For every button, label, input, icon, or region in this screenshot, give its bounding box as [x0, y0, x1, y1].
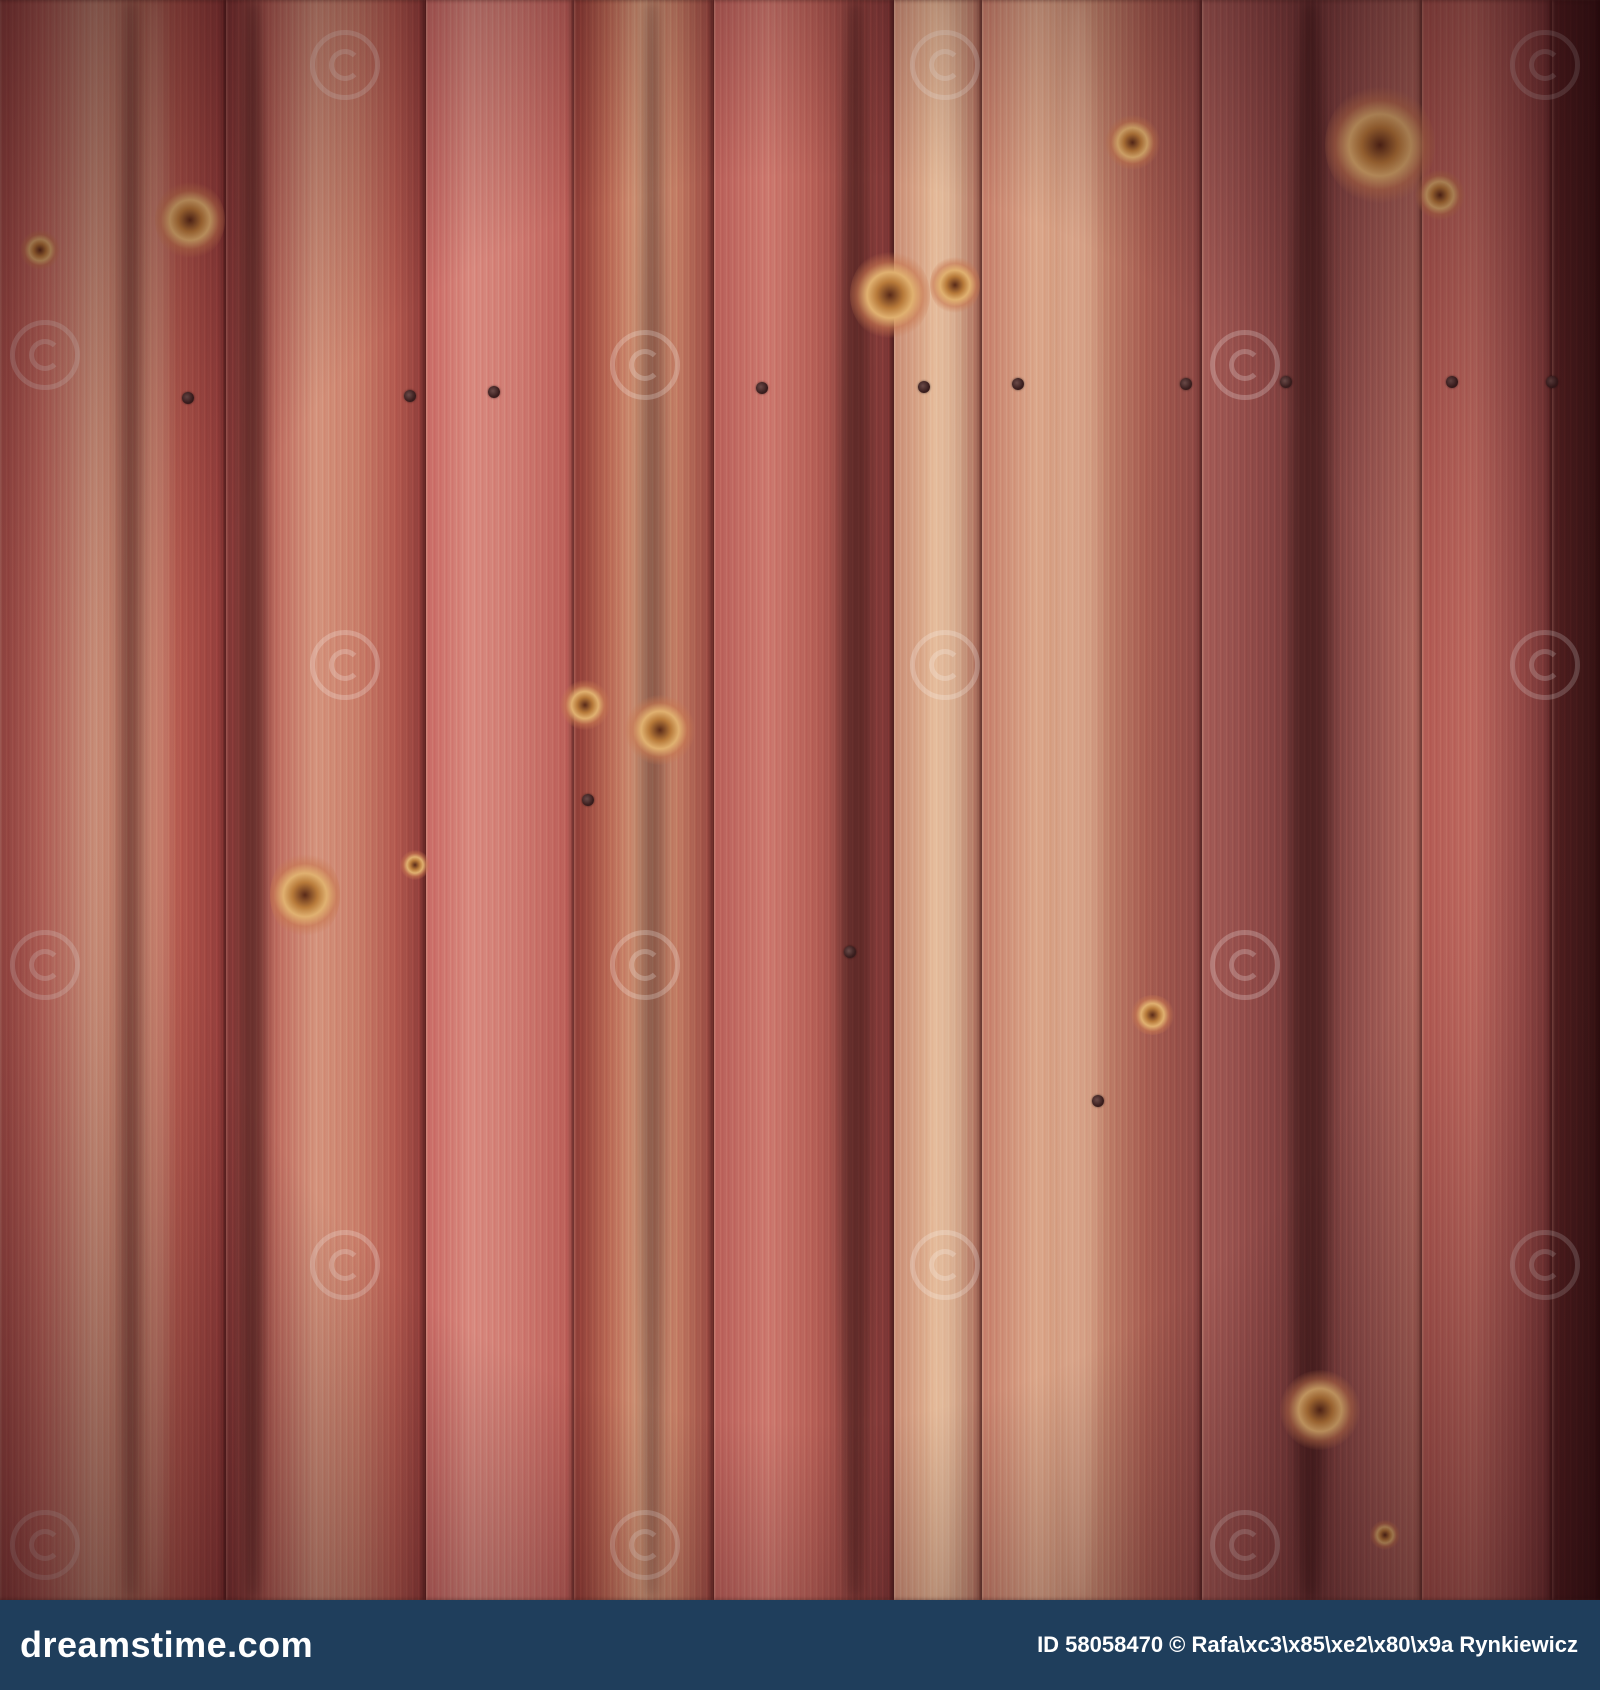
nail-head [1180, 378, 1192, 390]
dark-streak [1290, 0, 1330, 1600]
watermark-spiral-icon [610, 330, 680, 400]
watermark-spiral-icon [610, 930, 680, 1000]
wood-knot [850, 250, 930, 340]
dark-streak [240, 0, 266, 1600]
wood-knot [625, 695, 695, 765]
wood-knot [1130, 995, 1175, 1035]
nail-head [582, 794, 594, 806]
brand-logo[interactable]: dreamstime.com [20, 1624, 313, 1666]
wood-knot [1280, 1370, 1360, 1450]
nail-head [1446, 376, 1458, 388]
watermark-spiral-icon [910, 630, 980, 700]
wood-knot [270, 850, 340, 940]
wood-knot [1105, 115, 1160, 170]
watermark-spiral-icon [610, 1510, 680, 1580]
nail-head [1546, 376, 1558, 388]
wood-knot [930, 255, 980, 315]
watermark-spiral-icon [910, 30, 980, 100]
dark-streak [120, 0, 142, 1600]
image-credit: ID 58058470 © Rafa\xc3\x85\xe2\x80\x9a R… [1037, 1632, 1578, 1657]
dark-streak [840, 0, 870, 1600]
watermark-spiral-icon [1210, 1510, 1280, 1580]
wood-knot [20, 230, 60, 270]
watermark-spiral-icon [1510, 630, 1580, 700]
wood-knot [1415, 170, 1465, 220]
watermark-spiral-icon [10, 1510, 80, 1580]
nail-head [844, 946, 856, 958]
nail-head [182, 392, 194, 404]
watermark-spiral-icon [910, 1230, 980, 1300]
watermark-spiral-icon [1510, 1230, 1580, 1300]
watermark-spiral-icon [10, 930, 80, 1000]
watermark-spiral-icon [1510, 30, 1580, 100]
plank-9 [1422, 0, 1552, 1600]
nail-head [756, 382, 768, 394]
nail-head [918, 381, 930, 393]
wood-knot [400, 850, 430, 880]
wood-knot [155, 180, 225, 260]
watermark-spiral-icon [310, 30, 380, 100]
watermark-spiral-icon [310, 1230, 380, 1300]
light-streak [930, 0, 960, 1600]
wood-planks-photo [0, 0, 1600, 1600]
nail-head [1280, 376, 1292, 388]
plank-10 [1552, 0, 1600, 1600]
watermark-spiral-icon [1210, 930, 1280, 1000]
watermark-spiral-icon [1210, 330, 1280, 400]
nail-head [1012, 378, 1024, 390]
light-streak [1060, 0, 1100, 1600]
watermark-spiral-icon [10, 320, 80, 390]
plank-3 [426, 0, 574, 1600]
nail-head [404, 390, 416, 402]
dark-streak [640, 0, 664, 1600]
nail-head [1092, 1095, 1104, 1107]
wood-knot [1370, 1520, 1400, 1550]
stock-photo-page: dreamstime.com ID 58058470 © Rafa\xc3\x8… [0, 0, 1600, 1690]
nail-head [488, 386, 500, 398]
wood-knot [560, 680, 610, 730]
footer-bar: dreamstime.com ID 58058470 © Rafa\xc3\x8… [0, 1600, 1600, 1690]
watermark-spiral-icon [310, 630, 380, 700]
